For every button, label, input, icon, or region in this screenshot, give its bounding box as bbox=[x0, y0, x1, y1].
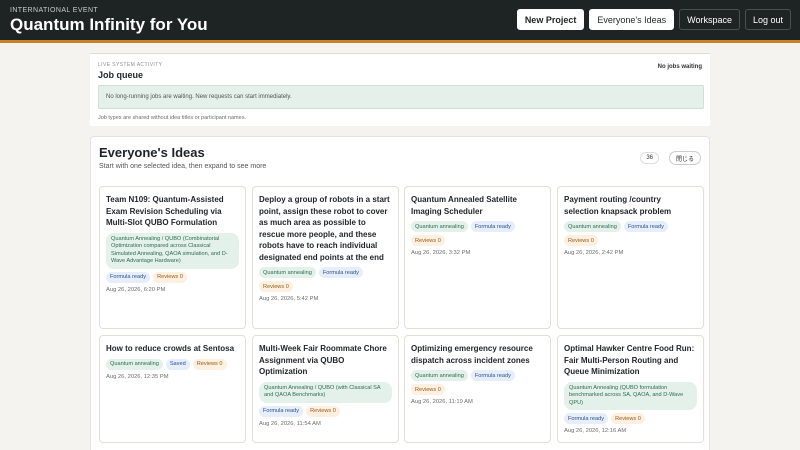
ideas-subtitle: Start with one selected idea, then expan… bbox=[99, 163, 267, 170]
idea-title: Deploy a group of robots in a start poin… bbox=[259, 195, 390, 262]
event-eyebrow: INTERNATIONAL EVENT bbox=[10, 7, 99, 14]
ideas-count-badge: 36 bbox=[640, 152, 659, 164]
idea-card[interactable]: How to reduce crowds at Sentosa Quantum … bbox=[99, 335, 246, 443]
status-tag: Formula ready bbox=[106, 271, 151, 283]
idea-card[interactable]: Quantum Annealed Satellite Imaging Sched… bbox=[404, 186, 551, 329]
queue-eyebrow: LIVE SYSTEM ACTIVITY bbox=[98, 62, 163, 68]
logout-button[interactable]: Log out bbox=[744, 9, 791, 30]
reviews-tag: Reviews 0 bbox=[411, 384, 445, 395]
idea-date: Aug 26, 2026, 11:19 AM bbox=[411, 399, 473, 405]
method-tag: Quantum annealing bbox=[411, 221, 468, 232]
idea-card[interactable]: Optimal Hawker Centre Food Run: Fair Mul… bbox=[557, 335, 704, 443]
reviews-tag: Reviews 0 bbox=[611, 413, 645, 424]
status-tag: Formula ready bbox=[623, 221, 668, 232]
app-title: Quantum Infinity for You bbox=[10, 15, 208, 34]
queue-note: Job types are shared without idea titles… bbox=[98, 115, 246, 121]
idea-date: Aug 26, 2026, 12:35 PM bbox=[106, 373, 169, 380]
idea-date: Aug 26, 2026, 2:42 PM bbox=[564, 250, 624, 256]
idea-card[interactable]: Deploy a group of robots in a start poin… bbox=[252, 186, 399, 329]
idea-date: Aug 26, 2026, 6:20 PM bbox=[106, 286, 166, 293]
status-tag: Formula ready bbox=[259, 405, 304, 417]
everyones-ideas-button[interactable]: Everyone's Ideas bbox=[589, 9, 675, 30]
queue-title: Job queue bbox=[98, 70, 144, 80]
idea-title: Payment routing /country selection knaps… bbox=[564, 195, 672, 216]
idea-date: Aug 26, 2026, 12:16 AM bbox=[564, 428, 627, 434]
reviews-tag: Reviews 0 bbox=[306, 405, 340, 417]
idea-card[interactable]: Payment routing /country selection knaps… bbox=[557, 186, 704, 329]
reviews-tag: Reviews 0 bbox=[564, 235, 598, 246]
new-project-button[interactable]: New Project bbox=[516, 9, 585, 30]
method-tag: Quantum annealing bbox=[411, 370, 468, 381]
status-tag: Formula ready bbox=[470, 370, 515, 381]
method-tag: Quantum annealing bbox=[259, 267, 316, 278]
reviews-tag: Reviews 0 bbox=[411, 235, 445, 246]
top-nav: New Project Everyone's Ideas Workspace L… bbox=[516, 9, 791, 30]
method-tag: Quantum Annealing / QUBO (Combinatorial … bbox=[106, 232, 239, 269]
queue-message: No long-running jobs are waiting. New re… bbox=[98, 85, 704, 109]
workspace-button[interactable]: Workspace bbox=[679, 9, 740, 30]
idea-date: Aug 26, 2026, 11:54 AM bbox=[259, 420, 321, 427]
queue-status: No jobs waiting bbox=[657, 64, 702, 70]
reviews-tag: Reviews 0 bbox=[153, 271, 187, 283]
idea-date: Aug 26, 2026, 5:42 PM bbox=[259, 296, 319, 302]
idea-title: How to reduce crowds at Sentosa bbox=[106, 344, 235, 353]
ideas-panel: Everyone's Ideas Start with one selected… bbox=[90, 136, 710, 450]
method-tag: Quantum annealing bbox=[564, 221, 621, 232]
collapse-button[interactable]: 閉じる bbox=[668, 151, 701, 165]
top-header: INTERNATIONAL EVENT Quantum Infinity for… bbox=[0, 0, 800, 43]
method-tag: Quantum Annealing (QUBO formulation benc… bbox=[564, 381, 697, 410]
idea-card[interactable]: Team N109: Quantum-Assisted Exam Revisio… bbox=[99, 186, 246, 329]
method-tag: Quantum Annealing / QUBO (with Classical… bbox=[259, 381, 392, 403]
status-tag: Formula ready bbox=[470, 221, 515, 232]
status-tag: Formula ready bbox=[564, 413, 609, 424]
ideas-title: Everyone's Ideas bbox=[99, 145, 205, 160]
idea-title: Multi-Week Fair Roommate Chore Assignmen… bbox=[259, 344, 387, 376]
method-tag: Quantum annealing bbox=[106, 358, 163, 370]
status-tag: Saved bbox=[165, 358, 190, 370]
status-tag: Formula ready bbox=[318, 267, 363, 278]
reviews-tag: Reviews 0 bbox=[259, 281, 293, 292]
idea-date: Aug 26, 2026, 3:32 PM bbox=[411, 250, 471, 256]
idea-title: Optimal Hawker Centre Food Run: Fair Mul… bbox=[564, 344, 695, 376]
idea-card[interactable]: Multi-Week Fair Roommate Chore Assignmen… bbox=[252, 335, 399, 443]
idea-card[interactable]: Optimizing emergency resource dispatch a… bbox=[404, 335, 551, 443]
job-queue-panel: LIVE SYSTEM ACTIVITY Job queue No jobs w… bbox=[90, 53, 710, 126]
idea-title: Optimizing emergency resource dispatch a… bbox=[411, 344, 533, 365]
idea-title: Team N109: Quantum-Assisted Exam Revisio… bbox=[106, 195, 224, 227]
idea-title: Quantum Annealed Satellite Imaging Sched… bbox=[411, 195, 517, 216]
reviews-tag: Reviews 0 bbox=[192, 358, 227, 370]
